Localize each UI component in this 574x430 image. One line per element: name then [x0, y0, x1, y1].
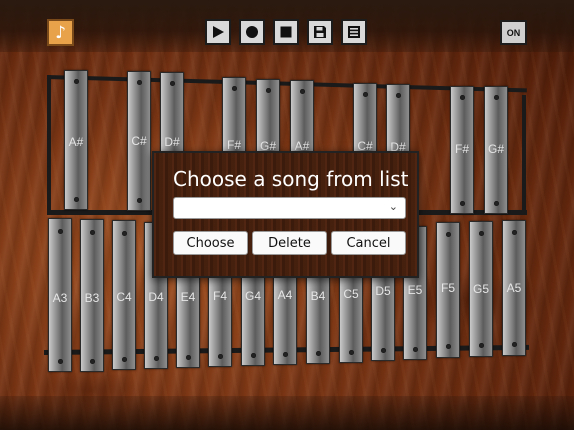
bar-label: B4	[310, 289, 326, 303]
bar-hole	[412, 347, 418, 352]
xylophone-bar-sharp[interactable]: G#	[484, 86, 508, 214]
cancel-button[interactable]: Cancel	[331, 231, 406, 255]
bar-label: B3	[84, 291, 100, 305]
bar-label: C4	[116, 290, 132, 304]
bar-label: F5	[440, 281, 455, 295]
bar-label: G4	[244, 289, 261, 303]
chevron-down-icon: ⌄	[388, 200, 398, 213]
bar-hole	[185, 355, 191, 360]
bar-hole	[459, 95, 465, 100]
bar-hole	[282, 352, 288, 357]
bar-hole	[299, 89, 305, 94]
bar-hole	[493, 95, 499, 100]
bar-hole	[57, 359, 63, 364]
stop-icon	[280, 26, 292, 38]
bar-label: F#	[226, 138, 241, 152]
play-icon	[213, 26, 224, 38]
choose-song-dialog: Choose a song from list ⌄ Choose Delete …	[152, 151, 419, 278]
xylophone-bar-sharp[interactable]: A#	[64, 70, 88, 210]
delete-button[interactable]: Delete	[252, 231, 327, 255]
bar-hole	[478, 231, 484, 236]
bar-hole	[89, 359, 95, 364]
save-button[interactable]	[307, 19, 333, 45]
play-button[interactable]	[205, 19, 231, 45]
bar-hole	[153, 356, 159, 361]
bar-hole	[511, 230, 517, 235]
bar-hole	[136, 80, 142, 85]
bar-hole	[265, 88, 271, 93]
choose-button[interactable]: Choose	[173, 231, 248, 255]
bar-hole	[395, 93, 401, 98]
xylophone-bar-natural[interactable]: G5	[469, 221, 493, 357]
bar-label: F#	[454, 142, 469, 156]
bar-label: A4	[277, 288, 293, 302]
bar-label: C#	[131, 134, 147, 148]
frame-right-upper	[522, 95, 526, 215]
xylophone-bar-natural[interactable]: F5	[436, 222, 460, 358]
bar-label: A#	[68, 135, 84, 149]
bar-hole	[121, 357, 127, 362]
list-button[interactable]	[341, 19, 367, 45]
record-icon	[246, 26, 258, 38]
bar-hole	[57, 229, 63, 234]
bottom-bar	[0, 396, 574, 430]
bar-label: G#	[487, 142, 504, 156]
bar-label: D5	[375, 284, 391, 298]
music-note-icon[interactable]: ♪	[47, 19, 74, 46]
frame-left-upper	[47, 75, 51, 215]
bar-hole	[217, 354, 223, 359]
bar-label: D4	[148, 290, 164, 304]
stop-button[interactable]	[273, 19, 299, 45]
xylophone-bar-natural[interactable]: A5	[502, 220, 526, 356]
bar-hole	[348, 350, 354, 355]
bar-hole	[493, 201, 499, 206]
bar-label: G5	[472, 282, 489, 296]
xylophone-bar-sharp[interactable]: F#	[450, 86, 474, 214]
bar-hole	[73, 197, 79, 202]
bar-label: F4	[212, 289, 227, 303]
xylophone-bar-natural[interactable]: A3	[48, 218, 72, 372]
bar-hole	[231, 86, 237, 91]
list-icon	[348, 26, 360, 38]
xylophone-bar-sharp[interactable]: C#	[127, 71, 151, 211]
bar-hole	[89, 230, 95, 235]
save-icon	[314, 26, 326, 38]
bar-label: D#	[164, 135, 180, 149]
record-button[interactable]	[239, 19, 265, 45]
bar-hole	[73, 79, 79, 84]
xylophone-bar-natural[interactable]: C4	[112, 220, 136, 370]
bar-hole	[445, 344, 451, 349]
bar-hole	[315, 351, 321, 356]
on-toggle-button[interactable]: ON	[500, 20, 527, 45]
bar-hole	[459, 201, 465, 206]
bar-hole	[250, 353, 256, 358]
bar-label: E5	[407, 283, 423, 297]
bar-label: A3	[52, 291, 68, 305]
bar-hole	[362, 92, 368, 97]
bar-hole	[511, 342, 517, 347]
bar-hole	[169, 81, 175, 86]
bar-hole	[136, 198, 142, 203]
bar-hole	[380, 348, 386, 353]
bar-hole	[445, 232, 451, 237]
xylophone-bar-natural[interactable]: B3	[80, 219, 104, 372]
bar-label: C5	[343, 287, 359, 301]
bar-label: E4	[180, 290, 196, 304]
bar-hole	[478, 343, 484, 348]
dialog-title: Choose a song from list	[173, 167, 409, 191]
bar-label: A5	[506, 281, 522, 295]
bar-hole	[121, 231, 127, 236]
song-select[interactable]: ⌄	[173, 197, 406, 219]
